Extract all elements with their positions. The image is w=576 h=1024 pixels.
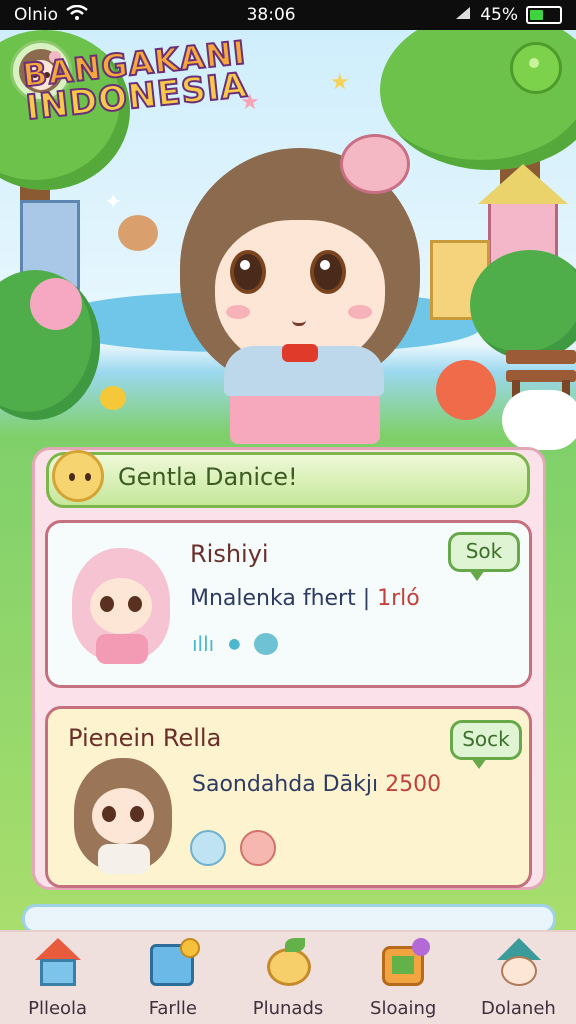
- character-bow: [282, 344, 318, 362]
- dress-icon: [491, 938, 545, 988]
- house-roof: [478, 164, 568, 204]
- potion-icon: [240, 830, 276, 866]
- status-left: Olnio: [14, 4, 88, 26]
- card-description: Mnalenka fhert | 1rló: [190, 586, 420, 611]
- card-icon: [146, 938, 200, 988]
- status-bar: Olnio 38:06 45%: [0, 0, 576, 30]
- music-bars-icon: ıllı: [192, 632, 215, 656]
- squirrel: [118, 215, 158, 251]
- bush: [470, 250, 576, 360]
- card-icon-row: ıllı ●: [192, 632, 279, 656]
- card-icon-row: [190, 830, 276, 866]
- dot-icon: ●: [228, 636, 241, 652]
- character-portrait: [74, 758, 172, 874]
- nav-item-dress[interactable]: Dolaneh: [461, 932, 576, 1024]
- home-icon: [31, 938, 85, 988]
- wifi-icon: [66, 4, 88, 26]
- desc-text: Mnalenka fhert |: [190, 586, 371, 611]
- character-portrait: [72, 548, 170, 664]
- desc-text: Saondahda Dākjı: [192, 772, 379, 797]
- left-eye: [230, 250, 266, 294]
- menu-orb-button[interactable]: [510, 42, 562, 94]
- right-eye: [310, 250, 346, 294]
- battery-icon: [526, 6, 562, 24]
- right-cheek: [348, 305, 372, 319]
- battery-percent: 45%: [480, 5, 518, 25]
- nav-label: Sloaing: [370, 998, 437, 1019]
- carrier-label: Olnio: [14, 5, 59, 25]
- desc-value: 2500: [385, 772, 442, 797]
- mascot-icon: [52, 450, 104, 502]
- pet-icon: [190, 830, 226, 866]
- left-cheek: [226, 305, 250, 319]
- panel-title: Gentla Danice!: [118, 463, 298, 491]
- friend-icon: [261, 938, 315, 988]
- nav-item-shop[interactable]: Sloaing: [346, 932, 461, 1024]
- main-character[interactable]: [170, 134, 430, 450]
- balloon: [436, 360, 496, 420]
- nav-item-friends[interactable]: Plunads: [230, 932, 345, 1024]
- chick: [100, 386, 126, 410]
- cloud: [502, 390, 576, 450]
- desc-value: 1rló: [377, 586, 420, 611]
- nav-item-cards[interactable]: Farlle: [115, 932, 230, 1024]
- card-description: Saondahda Dākjı 2500: [192, 772, 441, 797]
- card-name: Pienein Rella: [68, 724, 222, 752]
- nav-label: Plunads: [252, 998, 324, 1019]
- hair-bun: [340, 134, 410, 194]
- nav-label: Farlle: [148, 998, 197, 1019]
- nav-label: Plleola: [28, 998, 88, 1019]
- nav-label: Dolaneh: [481, 998, 556, 1019]
- flower-bush: [30, 278, 82, 330]
- card-name: Rishiyi: [190, 540, 269, 568]
- nav-item-home[interactable]: Plleola: [0, 932, 115, 1024]
- battery-fill: [530, 10, 543, 20]
- status-right: 45%: [454, 5, 562, 26]
- star-icon: ★: [330, 70, 350, 95]
- card-action-button[interactable]: Sock: [450, 720, 522, 769]
- shop-icon: [376, 938, 431, 988]
- heart-icon: [254, 633, 279, 655]
- clock: 38:06: [246, 5, 296, 25]
- sparkle-icon: ✦: [104, 190, 123, 215]
- card-action-button[interactable]: Sok: [448, 532, 520, 581]
- bottom-nav: Plleola Farlle Plunads Sloaing Dolaneh: [0, 930, 576, 1024]
- signal-icon: [454, 5, 472, 26]
